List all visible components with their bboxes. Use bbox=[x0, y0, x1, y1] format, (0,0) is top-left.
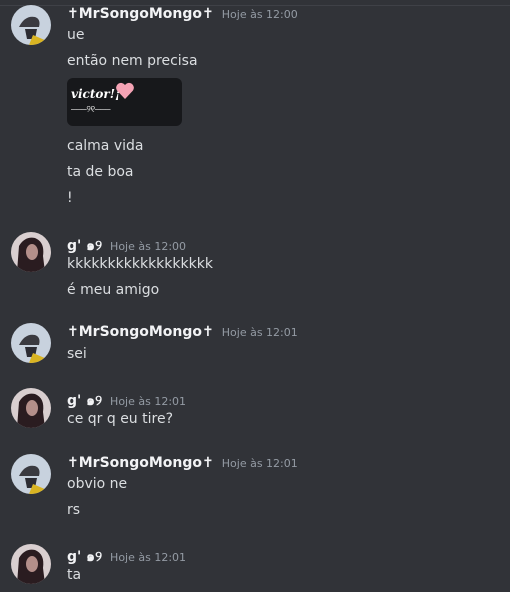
message-text: ! bbox=[67, 190, 73, 206]
embed-subtitle: ———୨୧——— bbox=[71, 105, 111, 115]
username[interactable]: ✝MrSongoMongo✝ bbox=[67, 324, 214, 340]
embed-title: victor!¡ bbox=[71, 87, 121, 101]
heart-icon bbox=[115, 82, 135, 104]
message-text: ce qr q eu tire? bbox=[67, 411, 173, 427]
avatar[interactable] bbox=[11, 544, 51, 584]
message-text: rs bbox=[67, 502, 81, 518]
timestamp: Hoje às 12:00 bbox=[221, 8, 298, 21]
avatar[interactable] bbox=[11, 323, 51, 363]
message-text: obvio ne bbox=[67, 476, 128, 492]
message-text: então nem precisa bbox=[67, 53, 198, 69]
timestamp: Hoje às 12:01 bbox=[110, 395, 187, 408]
timestamp: Hoje às 12:01 bbox=[221, 326, 298, 339]
message-text: sei bbox=[67, 346, 87, 362]
avatar[interactable] bbox=[11, 5, 51, 45]
timestamp: Hoje às 12:01 bbox=[110, 551, 187, 564]
avatar[interactable] bbox=[11, 388, 51, 428]
message-text: ta bbox=[67, 567, 82, 583]
timestamp: Hoje às 12:00 bbox=[110, 240, 187, 253]
message-text: ta de boa bbox=[67, 164, 134, 180]
timestamp: Hoje às 12:01 bbox=[221, 457, 298, 470]
username[interactable]: g' ๑୨ bbox=[67, 390, 102, 412]
username[interactable]: ✝MrSongoMongo✝ bbox=[67, 455, 214, 471]
message-text: ue bbox=[67, 27, 85, 43]
message-text: é meu amigo bbox=[67, 282, 160, 298]
avatar[interactable] bbox=[11, 454, 51, 494]
avatar[interactable] bbox=[11, 232, 51, 272]
image-attachment[interactable]: victor!¡ ———୨୧——— bbox=[67, 78, 182, 126]
message-text: calma vida bbox=[67, 138, 144, 154]
username[interactable]: ✝MrSongoMongo✝ bbox=[67, 6, 214, 22]
message-text: kkkkkkkkkkkkkkkkkk bbox=[67, 256, 213, 272]
username[interactable]: g' ๑୨ bbox=[67, 235, 102, 257]
username[interactable]: g' ๑୨ bbox=[67, 546, 102, 568]
